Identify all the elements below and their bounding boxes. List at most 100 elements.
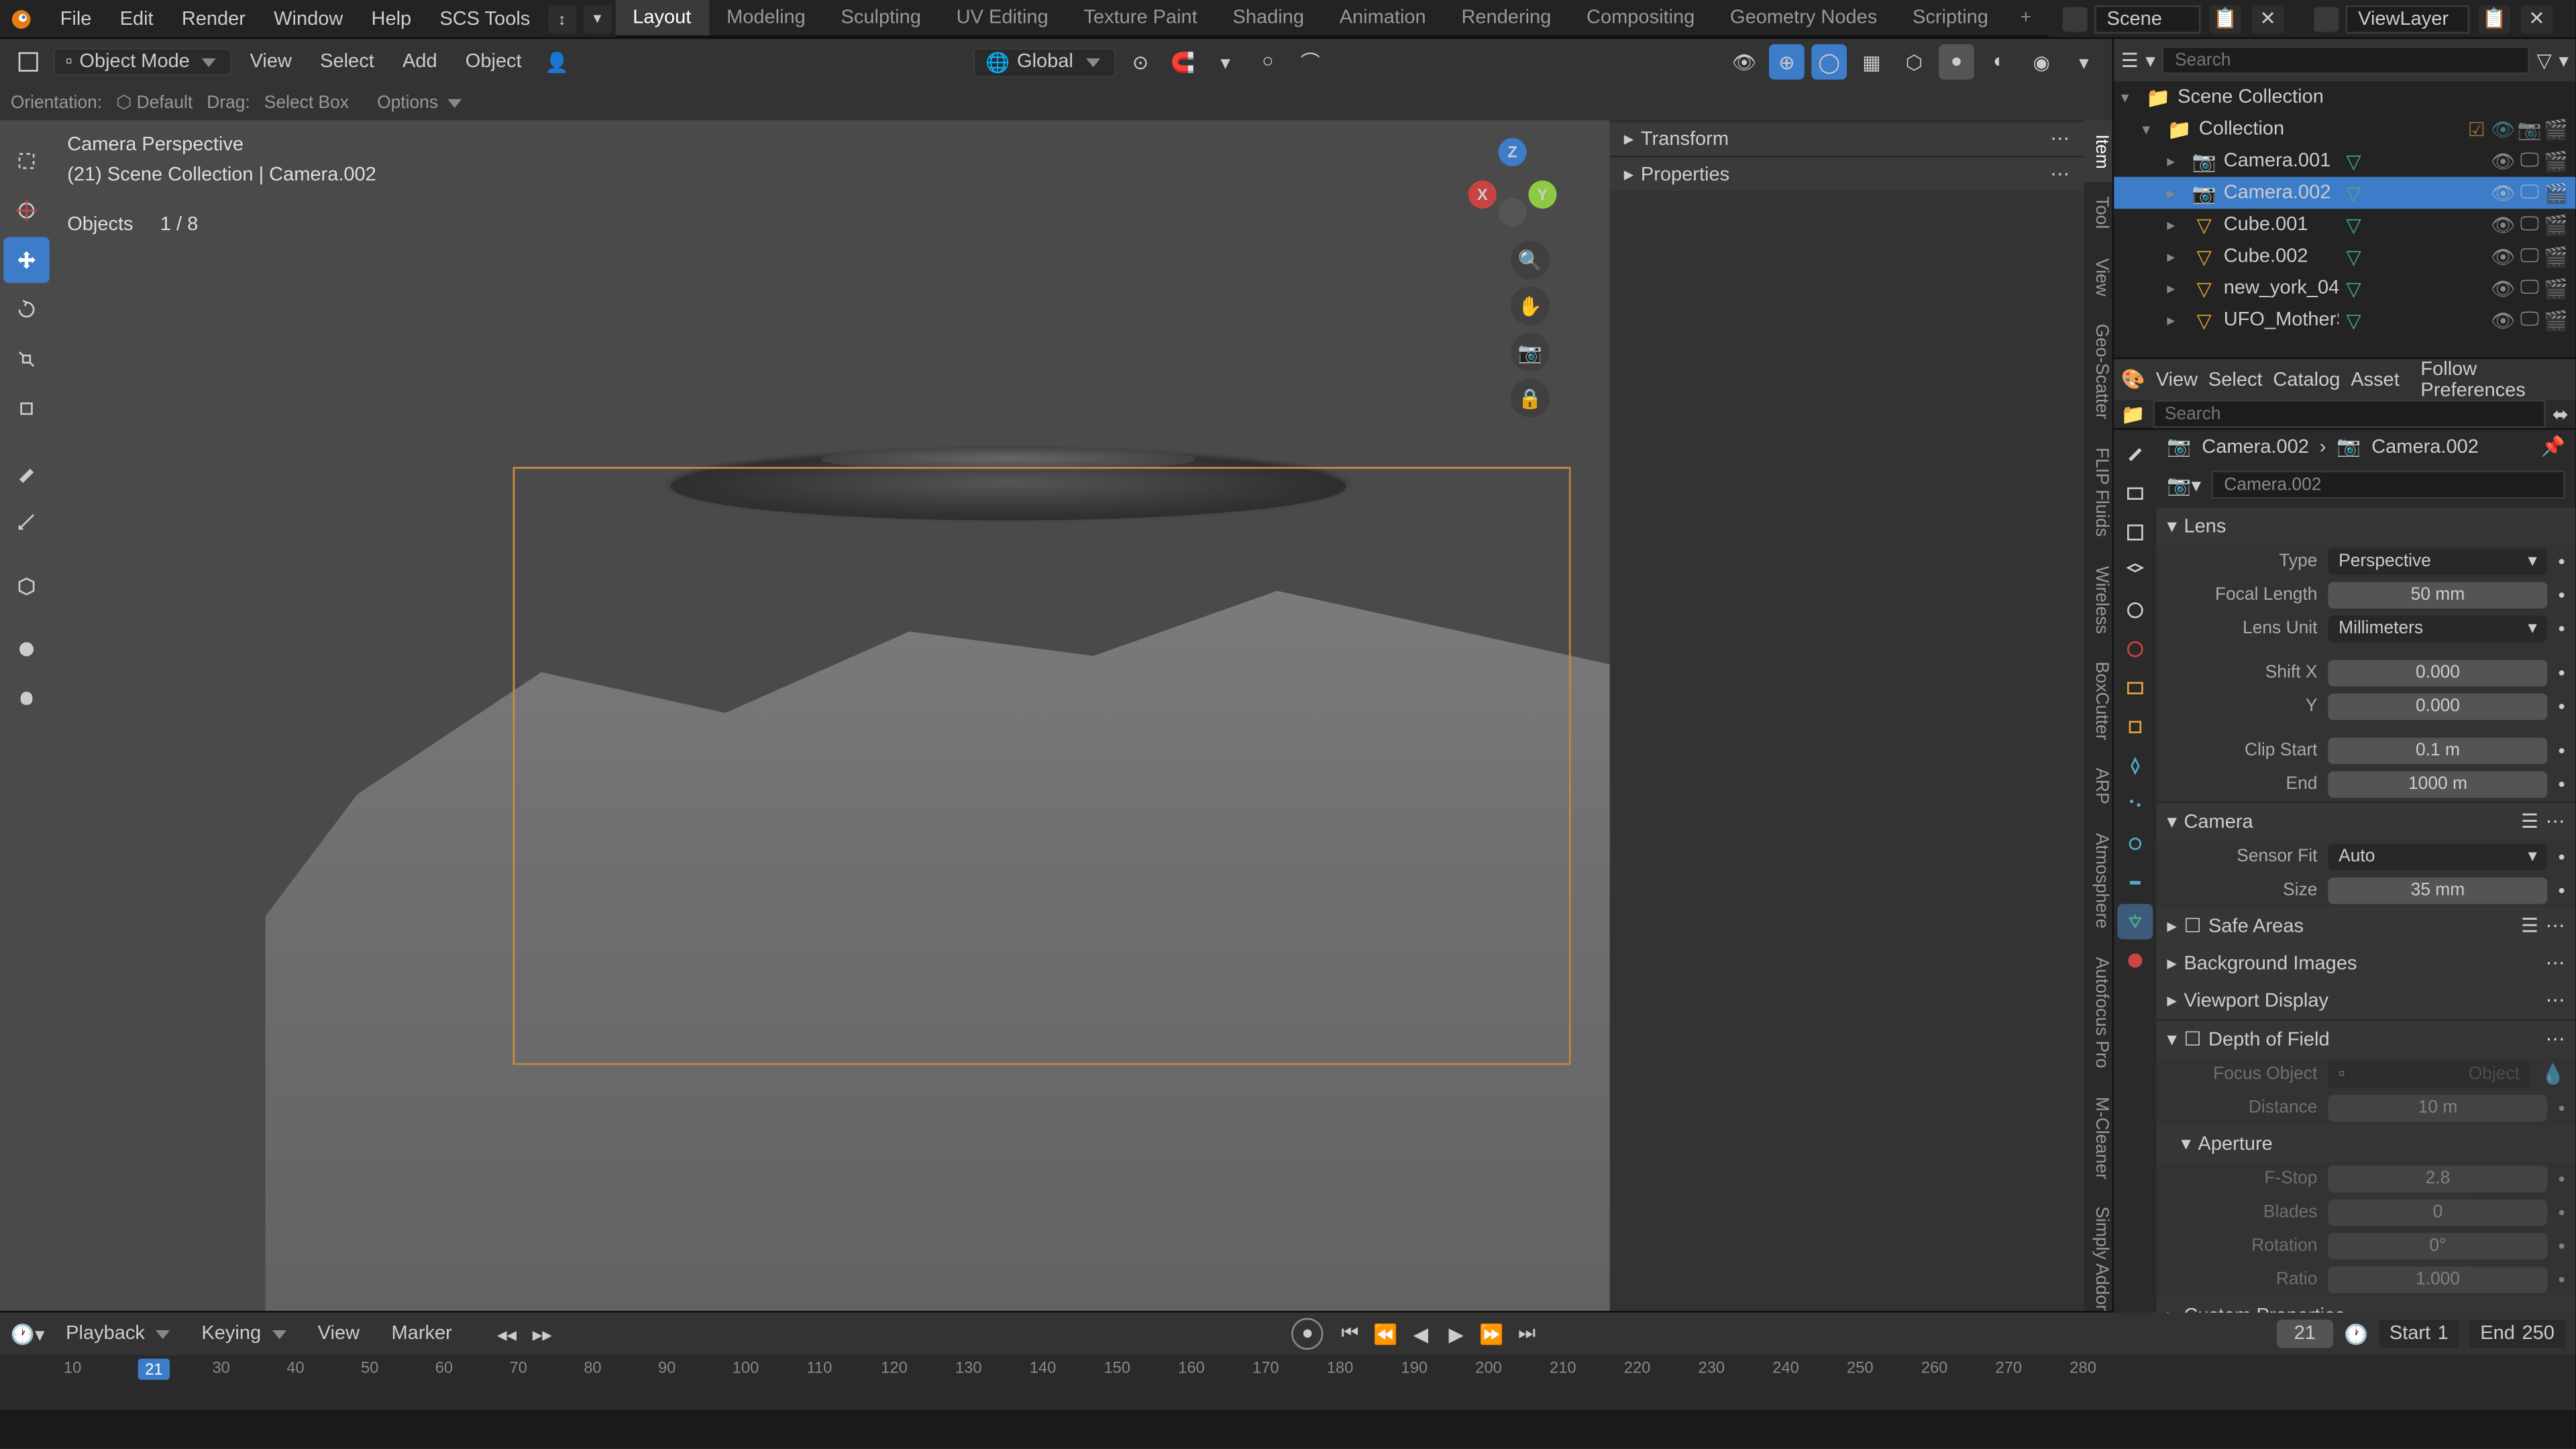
n-tab-view[interactable]: View	[2084, 244, 2112, 310]
tool-transform[interactable]	[3, 386, 50, 432]
tool-annotate[interactable]	[3, 449, 50, 496]
shading-material-icon[interactable]: ◐	[1981, 44, 2017, 80]
n-tab-autofocus[interactable]: Autofocus Pro	[2084, 943, 2112, 1082]
new-viewlayer-button[interactable]: 📋	[2478, 5, 2510, 33]
ptab-particles[interactable]	[2117, 787, 2153, 822]
options-dropdown[interactable]: Options	[377, 93, 462, 112]
ratio-input[interactable]: 1.000	[2328, 1267, 2547, 1293]
expand-icon[interactable]: ▸	[2167, 215, 2184, 234]
current-frame-input[interactable]: 21	[2276, 1320, 2333, 1348]
viewport-menu-select[interactable]: Select	[309, 48, 384, 76]
tool-cursor[interactable]	[3, 188, 50, 234]
n-tab-simply[interactable]: Simply Addons	[2084, 1193, 2112, 1311]
n-tab-boxcutter[interactable]: BoxCutter	[2084, 647, 2112, 754]
asset-menu-view[interactable]: View	[2156, 369, 2198, 390]
fstop-input[interactable]: 2.8	[2328, 1166, 2547, 1193]
render-icon[interactable]: 🎬	[2544, 180, 2569, 205]
hide-icon[interactable]: 👁	[2491, 117, 2516, 142]
animate-prop-icon[interactable]: •	[2558, 696, 2565, 718]
jump-keyframe-next-icon[interactable]: ▸▸	[527, 1318, 558, 1350]
axis-y[interactable]: Y	[1528, 180, 1556, 209]
tool-measure[interactable]	[3, 499, 50, 545]
presets-icon[interactable]: ☰	[2521, 810, 2538, 833]
ptab-constraints[interactable]	[2117, 865, 2153, 900]
viewlayer-name-input[interactable]	[2346, 5, 2470, 33]
jump-keyframe-prev-icon[interactable]: ◂◂	[491, 1318, 523, 1350]
timeline-menu-marker[interactable]: Marker	[381, 1320, 463, 1348]
asset-menu-select[interactable]: Select	[2208, 369, 2263, 390]
exclude-icon[interactable]: ☑	[2464, 117, 2489, 142]
animate-prop-icon[interactable]: •	[2558, 551, 2565, 572]
section-dof-header[interactable]: ▾ ☐ Depth of Field ⋯	[2157, 1021, 2576, 1058]
zoom-icon[interactable]: 🔍	[1511, 241, 1550, 280]
shading-rendered-icon[interactable]: ◉	[2024, 44, 2059, 80]
pin-icon[interactable]: 📌	[2541, 435, 2565, 458]
panel-options-icon[interactable]: ⋯	[2546, 1028, 2565, 1051]
tab-shading[interactable]: Shading	[1215, 0, 1322, 36]
snap-options-icon[interactable]: ▾	[1208, 44, 1243, 80]
tab-scripting[interactable]: Scripting	[1895, 0, 2006, 36]
ptab-collection[interactable]	[2117, 670, 2153, 706]
viewport-icon[interactable]: 🖵	[2517, 276, 2542, 301]
tab-uv-editing[interactable]: UV Editing	[938, 0, 1066, 36]
clip-end-input[interactable]: 1000 m	[2328, 771, 2547, 798]
follow-preferences[interactable]: Follow Preferences	[2420, 358, 2569, 400]
version-badge[interactable]: ↕	[548, 5, 576, 33]
animate-prop-icon[interactable]: •	[2558, 1097, 2565, 1119]
n-tab-item[interactable]: Item	[2084, 120, 2112, 182]
ptab-objectdata[interactable]	[2117, 904, 2153, 940]
clip-start-input[interactable]: 0.1 m	[2328, 738, 2547, 765]
focus-object-input[interactable]: ▫ Object	[2328, 1061, 2530, 1088]
3d-viewport[interactable]: Camera Perspective (21) Scene Collection…	[0, 120, 2112, 1311]
tool-custom[interactable]	[3, 676, 50, 722]
menu-help[interactable]: Help	[357, 5, 425, 33]
tab-animation[interactable]: Animation	[1322, 0, 1444, 36]
outliner-viewlayer-icon[interactable]: ▾	[2145, 49, 2155, 72]
pan-icon[interactable]: ✋	[1511, 286, 1550, 325]
pivot-icon[interactable]: ⊙	[1123, 44, 1159, 80]
add-workspace-button[interactable]: +	[2006, 7, 2045, 29]
render-icon[interactable]: 🎬	[2544, 212, 2569, 237]
proportional-options-icon[interactable]: ⌒	[1293, 44, 1328, 80]
expand-icon[interactable]: ▾	[2121, 88, 2139, 107]
presets-icon[interactable]: ☰	[2521, 914, 2538, 937]
asset-menu-asset[interactable]: Asset	[2351, 369, 2400, 390]
new-collection-icon[interactable]: ▾	[2559, 49, 2569, 72]
ptab-object[interactable]	[2117, 709, 2153, 745]
viewport-menu-object[interactable]: Object	[455, 48, 532, 76]
transform-orientation[interactable]: 🌐 Global	[973, 47, 1116, 77]
tab-compositing[interactable]: Compositing	[1569, 0, 1713, 36]
viewport-icon[interactable]: 🖵	[2517, 149, 2542, 174]
section-viewportdisplay-header[interactable]: ▸ Viewport Display ⋯	[2157, 982, 2576, 1019]
menu-file[interactable]: File	[46, 5, 106, 33]
ptab-world[interactable]	[2117, 631, 2153, 667]
menu-scs-tools[interactable]: SCS Tools	[425, 5, 544, 33]
hide-icon[interactable]: 👁	[2491, 308, 2516, 333]
new-scene-button[interactable]: 📋	[2210, 5, 2241, 33]
next-keyframe-icon[interactable]: ⏩	[1476, 1318, 1507, 1350]
delete-scene-button[interactable]: ✕	[2252, 5, 2284, 33]
render-icon[interactable]: 🎬	[2544, 117, 2569, 142]
distance-input[interactable]: 10 m	[2328, 1095, 2547, 1122]
sensor-fit-dropdown[interactable]: Auto▾	[2328, 844, 2547, 871]
sensor-size-input[interactable]: 35 mm	[2328, 877, 2547, 904]
scene-name-input[interactable]	[2094, 5, 2200, 33]
timeline-menu-keying[interactable]: Keying	[191, 1320, 297, 1348]
asset-search-input[interactable]	[2152, 400, 2545, 428]
shading-wireframe-icon[interactable]: ⬡	[1896, 44, 1932, 80]
animate-prop-icon[interactable]: •	[2558, 1202, 2565, 1224]
n-tab-geoscatter[interactable]: Geo-Scatter	[2084, 310, 2112, 433]
checkbox-icon[interactable]: ☐	[2184, 1028, 2201, 1051]
tree-cube002[interactable]: ▸ ▽ Cube.002 ▽ 👁 🖵 🎬	[2114, 241, 2575, 272]
render-icon[interactable]: 🎬	[2544, 276, 2569, 301]
jump-end-icon[interactable]: ⏭	[1511, 1318, 1542, 1350]
panel-properties[interactable]: ▸ Properties ⋯	[1610, 156, 2084, 191]
panel-options-icon[interactable]: ⋯	[2050, 127, 2070, 150]
viewport-icon[interactable]: 🖵	[2517, 308, 2542, 333]
render-icon[interactable]: 🎬	[2544, 149, 2569, 174]
menu-window[interactable]: Window	[260, 5, 357, 33]
focal-length-input[interactable]: 50 mm	[2328, 582, 2547, 609]
section-lens-header[interactable]: ▾ Lens	[2157, 508, 2576, 545]
tree-camera001[interactable]: ▸ 📷 Camera.001 ▽ 👁 🖵 🎬	[2114, 145, 2575, 176]
hide-icon[interactable]: 👁	[2491, 276, 2516, 301]
